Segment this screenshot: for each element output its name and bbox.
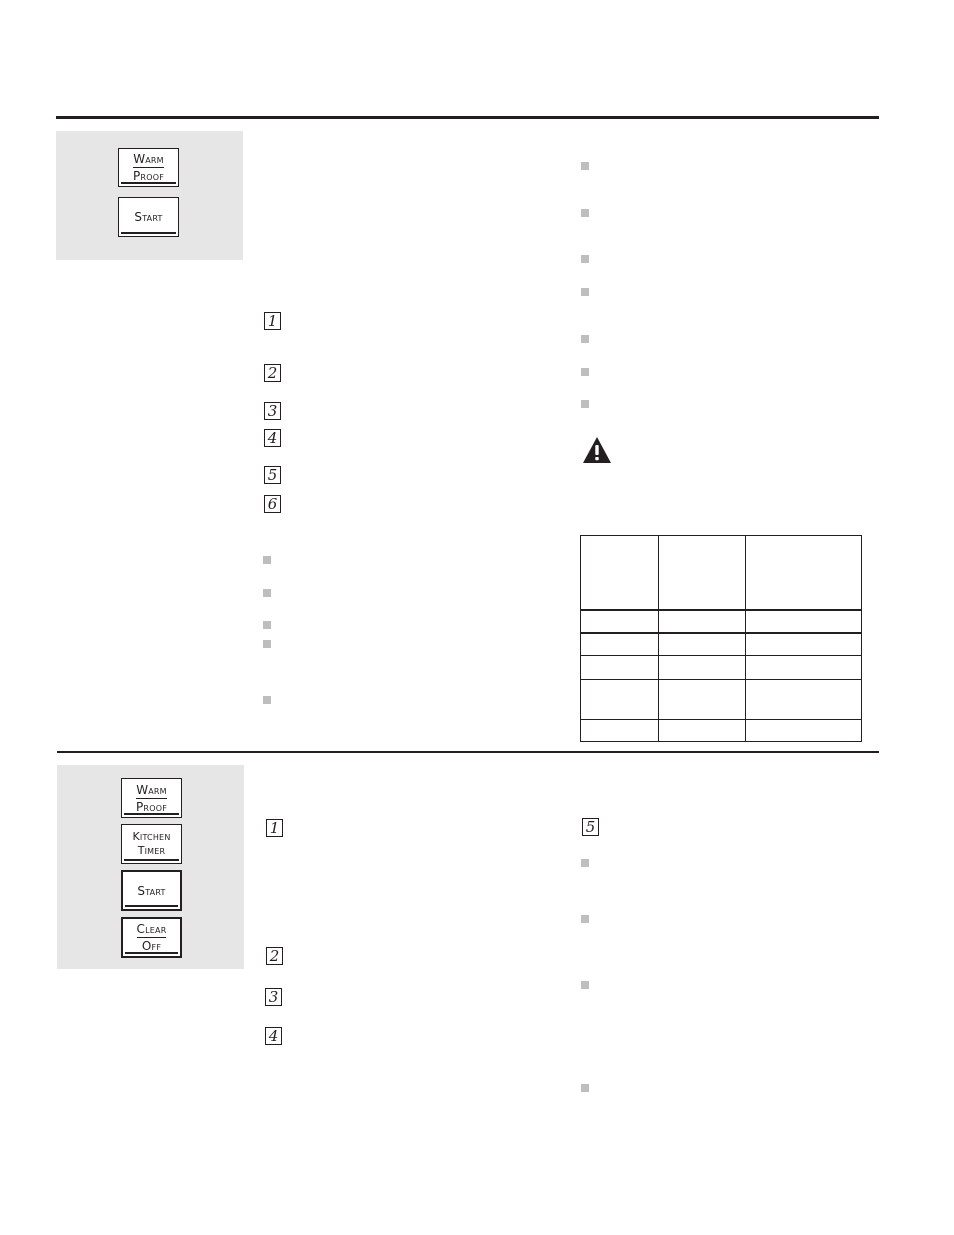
start-key[interactable]: Start <box>121 870 182 911</box>
table-cell <box>745 655 862 680</box>
step-number-5: 5 <box>582 818 599 836</box>
table-header-cell <box>580 534 659 611</box>
key-label-line2: Proof <box>136 799 167 814</box>
warm-proof-key[interactable]: Warm Proof <box>118 148 179 187</box>
key-label-line2: Timer <box>137 844 166 857</box>
bullet-marker <box>581 255 589 263</box>
control-panel-timer: Warm Proof Kitchen Timer Start Clear Off <box>57 765 244 969</box>
warm-proof-key[interactable]: Warm Proof <box>121 778 182 818</box>
control-panel-warm-proof: Warm Proof Start <box>56 131 243 260</box>
table-cell <box>580 655 659 680</box>
bullet-marker <box>581 859 589 867</box>
table-cell <box>658 678 746 720</box>
table-cell <box>745 609 862 634</box>
table-row <box>580 655 862 680</box>
table-cell <box>745 678 862 720</box>
step-number-4: 4 <box>264 429 281 447</box>
bullet-marker <box>263 589 271 597</box>
clear-off-key[interactable]: Clear Off <box>121 917 182 958</box>
bullet-marker <box>263 621 271 629</box>
bullet-marker <box>263 696 271 704</box>
table-row <box>580 718 862 743</box>
step-number-1: 1 <box>264 312 281 330</box>
key-label-line1: Kitchen <box>132 830 171 843</box>
table-cell <box>658 609 746 634</box>
table-cell <box>658 655 746 680</box>
step-number-6: 6 <box>264 495 281 513</box>
top-divider <box>56 116 879 119</box>
bullet-marker <box>581 162 589 170</box>
warning-triangle-icon <box>583 437 611 463</box>
table-row <box>580 609 862 634</box>
key-label-line1: Start <box>137 883 166 898</box>
key-label-line1: Start <box>134 210 163 224</box>
table-row <box>580 632 862 657</box>
bullet-marker <box>581 335 589 343</box>
step-number-2: 2 <box>266 947 283 965</box>
bullet-marker <box>581 981 589 989</box>
bullet-marker <box>581 209 589 217</box>
table-header-cell <box>745 534 862 611</box>
section-divider <box>57 751 879 753</box>
table-cell <box>658 718 746 743</box>
table-cell <box>745 632 862 657</box>
table-header-row <box>580 534 862 611</box>
table-header-cell <box>658 534 746 611</box>
table-cell <box>745 718 862 743</box>
bullet-marker <box>581 368 589 376</box>
bullet-marker <box>581 1084 589 1092</box>
bullet-marker <box>263 556 271 564</box>
key-label-line1: Warm <box>136 782 167 799</box>
step-number-1: 1 <box>266 819 283 837</box>
start-key[interactable]: Start <box>118 197 179 237</box>
bullet-marker <box>581 915 589 923</box>
step-number-4: 4 <box>265 1027 282 1045</box>
key-label-line1: Warm <box>133 152 164 168</box>
step-number-2: 2 <box>264 364 281 382</box>
step-number-3: 3 <box>265 988 282 1006</box>
key-label-line1: Clear <box>136 922 167 938</box>
step-number-3: 3 <box>264 402 281 420</box>
kitchen-timer-key[interactable]: Kitchen Timer <box>121 824 182 864</box>
step-number-5: 5 <box>264 466 281 484</box>
table-cell <box>580 632 659 657</box>
bullet-marker <box>263 640 271 648</box>
table-row <box>580 678 862 720</box>
key-label-line2: Proof <box>133 169 164 183</box>
settings-table <box>580 534 862 743</box>
key-label-line2: Off <box>141 939 162 953</box>
table-cell <box>580 609 659 634</box>
bullet-marker <box>581 288 589 296</box>
table-cell <box>580 718 659 743</box>
bullet-marker <box>581 400 589 408</box>
table-cell <box>658 632 746 657</box>
table-cell <box>580 678 659 720</box>
